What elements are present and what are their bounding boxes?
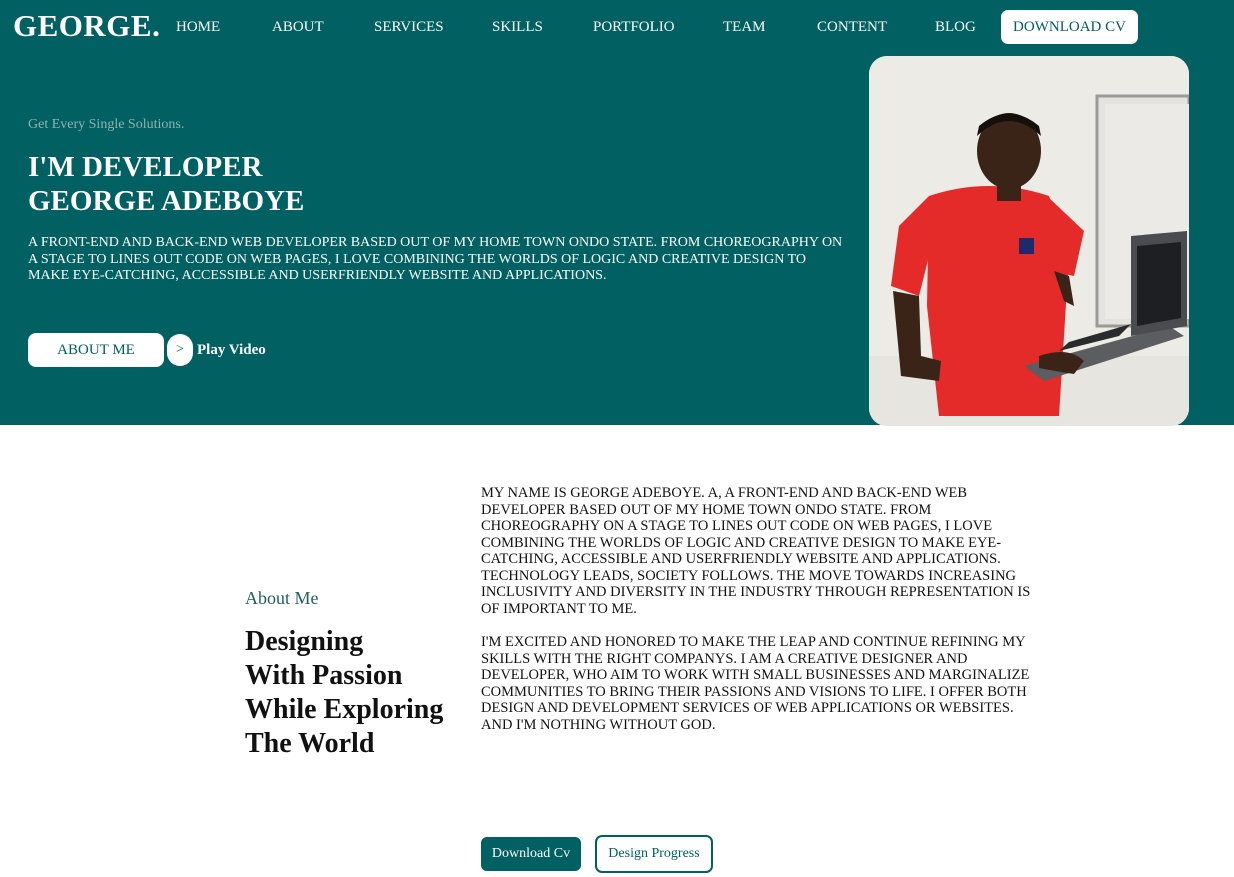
about-paragraph-2: I'M EXCITED AND HONORED TO MAKE THE LEAP…	[481, 634, 1030, 716]
nav-about[interactable]: ABOUT	[272, 19, 324, 36]
hero-title-line-1: I'M DEVELOPER	[28, 151, 263, 183]
about-me-button[interactable]: ABOUT ME	[28, 333, 164, 367]
about-paragraph-1: MY NAME IS GEORGE ADEBOYE. A, A FRONT-EN…	[481, 485, 1031, 617]
nav-blog[interactable]: BLOG	[935, 19, 976, 36]
hero-description: A FRONT-END AND BACK-END WEB DEVELOPER B…	[28, 235, 843, 283]
about-paragraph-3: AND I'M NOTHING WITHOUT GOD.	[481, 716, 716, 733]
nav-skills[interactable]: SKILLS	[492, 19, 543, 36]
nav-team[interactable]: TEAM	[723, 19, 766, 36]
site-logo[interactable]: GEORGE.	[13, 8, 160, 44]
hero-tagline: Get Every Single Solutions.	[28, 117, 185, 132]
nav-services[interactable]: SERVICES	[374, 19, 444, 36]
hero-title: I'M DEVELOPER GEORGE ADEBOYE	[28, 150, 304, 218]
download-cv-button[interactable]: Download Cv	[481, 837, 581, 871]
hero-section: GEORGE. HOME ABOUT SERVICES SKILLS PORTF…	[0, 0, 1234, 426]
about-heading-line-4: The World	[245, 728, 375, 759]
profile-photo-illustration	[869, 56, 1189, 426]
about-section-label: About Me	[245, 588, 319, 608]
nav-portfolio[interactable]: PORTFOLIO	[593, 19, 675, 36]
about-heading-line-3: While Exploring	[245, 694, 444, 725]
play-video-icon[interactable]: >	[167, 334, 193, 366]
about-heading-line-1: Designing	[245, 626, 364, 657]
design-progress-button[interactable]: Design Progress	[595, 835, 713, 873]
about-heading-line-2: With Passion	[245, 660, 403, 691]
download-cv-nav-button[interactable]: DOWNLOAD CV	[1001, 10, 1138, 44]
about-text: MY NAME IS GEORGE ADEBOYE. A, A FRONT-EN…	[481, 485, 1031, 733]
play-video-link[interactable]: Play Video	[197, 342, 266, 359]
nav-content[interactable]: CONTENT	[817, 19, 887, 36]
nav-home[interactable]: HOME	[176, 19, 220, 36]
hero-title-line-2: GEORGE ADEBOYE	[28, 185, 305, 217]
profile-photo	[869, 56, 1189, 426]
about-heading: Designing With Passion While Exploring T…	[245, 625, 475, 761]
